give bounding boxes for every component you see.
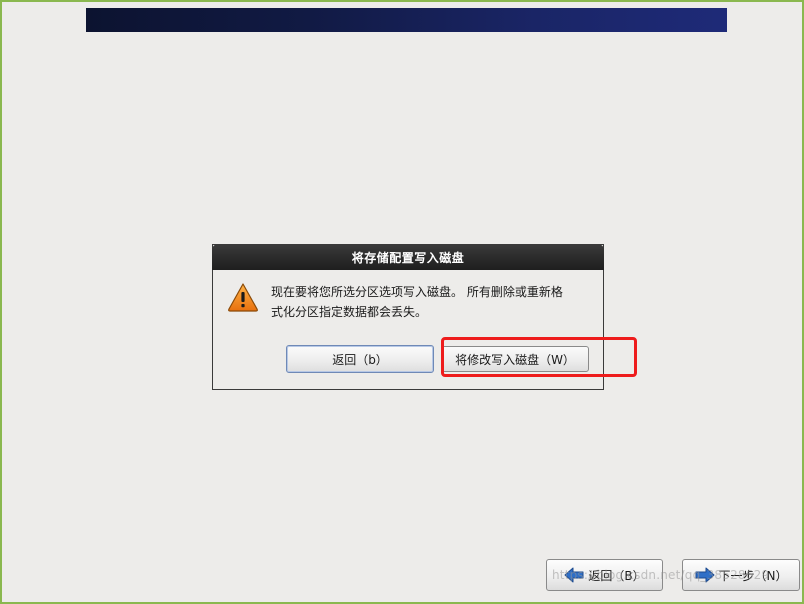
dialog-body: 现在要将您所选分区选项写入磁盘。 所有删除或重新格 式化分区指定数据都会丢失。 … [213, 270, 603, 388]
header-banner [86, 8, 727, 32]
write-changes-button[interactable]: 将修改写入磁盘（W） [441, 346, 589, 372]
dialog-message: 现在要将您所选分区选项写入磁盘。 所有删除或重新格 式化分区指定数据都会丢失。 [271, 282, 595, 322]
nav-next-label: 下一步（N） [718, 568, 788, 583]
nav-back-label: 返回（B） [588, 568, 645, 583]
warning-icon [228, 283, 258, 312]
dialog-back-button[interactable]: 返回（b） [286, 345, 434, 373]
dialog-message-line-2: 式化分区指定数据都会丢失。 [271, 305, 428, 319]
installer-window: 将存储配置写入磁盘 现在要将您所选分区选项写入磁盘。 所有删除或重新格 式化分区… [0, 0, 804, 604]
dialog-message-line-1: 现在要将您所选分区选项写入磁盘。 所有删除或重新格 [271, 285, 563, 299]
arrow-right-icon [695, 567, 714, 583]
dialog-title: 将存储配置写入磁盘 [212, 244, 604, 270]
nav-back-button[interactable]: 返回（B） [546, 559, 663, 591]
write-storage-dialog: 将存储配置写入磁盘 现在要将您所选分区选项写入磁盘。 所有删除或重新格 式化分区… [212, 244, 604, 390]
arrow-left-icon [564, 567, 584, 583]
nav-next-button[interactable]: 下一步（N） [682, 559, 800, 591]
